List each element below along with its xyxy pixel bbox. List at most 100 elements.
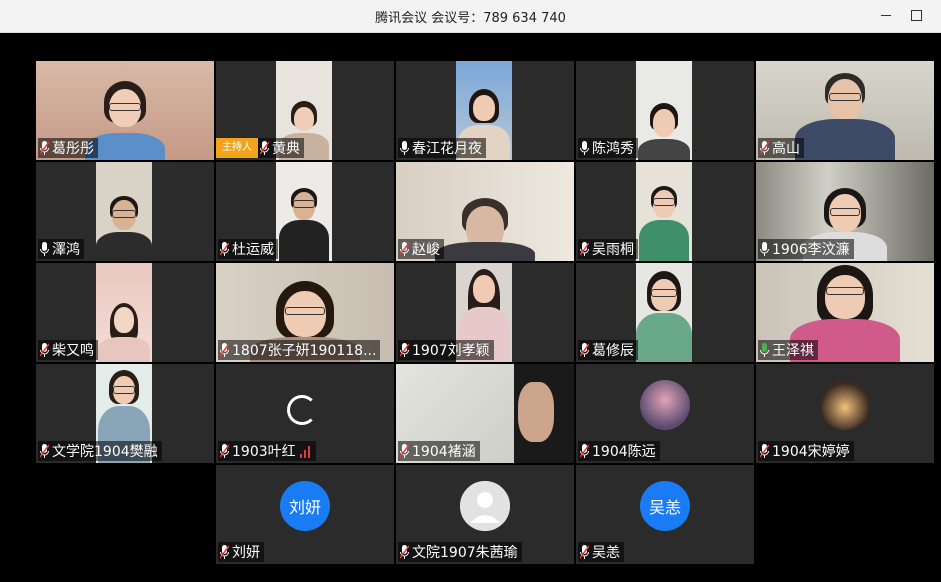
participant-name-bar: 吴雨桐 (578, 239, 638, 259)
participant-name-bar: 杜运威 (218, 239, 278, 259)
video-tile[interactable]: 高山 (756, 61, 934, 160)
video-tile[interactable]: 刘妍 刘妍 (216, 465, 394, 564)
video-tile[interactable]: 吴雨桐 (576, 162, 754, 261)
video-grid: 葛彤彤 主持人 黄典 春江花月夜 陈鸿秀 高山 澤鸿 杜运威 赵峻 吴雨桐 19… (0, 33, 941, 582)
video-tile[interactable]: 澤鸿 (36, 162, 214, 261)
maximize-icon (910, 9, 922, 21)
mic-muted-icon (400, 545, 409, 559)
participant-name-bar: 葛修辰 (578, 340, 638, 360)
participant-name: 文学院1904樊融 (52, 444, 158, 460)
minimize-icon (881, 14, 891, 16)
mic-muted-icon (40, 444, 49, 458)
video-tile[interactable]: 王泽祺 (756, 263, 934, 362)
video-tile[interactable]: 吴恙 吴恙 (576, 465, 754, 564)
mic-muted-icon (260, 141, 269, 155)
mic-muted-icon (580, 343, 589, 357)
default-user-avatar-icon (460, 481, 510, 531)
weak-signal-icon (299, 445, 312, 458)
participant-name-bar: 文院1907朱茜瑜 (398, 542, 522, 562)
user-avatar-image (820, 380, 870, 430)
participant-name: 澤鸿 (52, 242, 80, 258)
video-tile[interactable]: 赵峻 (396, 162, 574, 261)
mic-muted-icon (40, 343, 49, 357)
mic-muted-icon (220, 545, 229, 559)
participant-name-bar: 高山 (758, 138, 804, 158)
participant-name: 杜运威 (232, 242, 274, 258)
mic-muted-icon (220, 444, 229, 458)
video-tile[interactable]: 1906李汶濂 (756, 162, 934, 261)
participant-name: 葛彤彤 (52, 141, 94, 157)
participant-name: 1904宋婷婷 (772, 444, 850, 460)
participant-name-bar: 吴恙 (578, 542, 624, 562)
mic-active-icon (760, 242, 769, 256)
participant-name-bar: 1904褚涵 (398, 441, 480, 461)
participant-name: 柴又鸣 (52, 343, 94, 359)
participant-name: 陈鸿秀 (592, 141, 634, 157)
video-tile[interactable]: 1907刘孝颖 (396, 263, 574, 362)
participant-name-bar: 澤鸿 (38, 239, 84, 259)
mic-muted-icon (40, 141, 49, 155)
mic-active-icon (400, 141, 409, 155)
participant-name: 1907刘孝颖 (412, 343, 490, 359)
participant-name-bar: 主持人 黄典 (216, 138, 304, 158)
participant-name-bar: 王泽祺 (758, 340, 818, 360)
user-avatar: 刘妍 (280, 481, 330, 531)
mic-active-icon (760, 343, 769, 357)
mic-muted-icon (220, 242, 229, 256)
participant-name: 吴恙 (592, 545, 620, 561)
participant-name: 春江花月夜 (412, 141, 482, 157)
participant-name-bar: 陈鸿秀 (578, 138, 638, 158)
participant-name: 高山 (772, 141, 800, 157)
video-tile[interactable]: 杜运威 (216, 162, 394, 261)
participant-name-bar: 柴又鸣 (38, 340, 98, 360)
mic-active-icon (580, 141, 589, 155)
user-avatar-image (640, 380, 690, 430)
participant-name-bar: 1904宋婷婷 (758, 441, 854, 461)
video-tile[interactable]: 1904宋婷婷 (756, 364, 934, 463)
participant-name: 1807张子妍190118... (232, 343, 377, 359)
participant-name-bar: 1807张子妍190118... (218, 340, 381, 360)
participant-name-bar: 1906李汶濂 (758, 239, 854, 259)
video-tile[interactable]: 文学院1904樊融 (36, 364, 214, 463)
mic-muted-icon (580, 545, 589, 559)
participant-name-bar: 刘妍 (218, 542, 264, 562)
loading-spinner-icon (287, 395, 317, 425)
mic-muted-icon (220, 343, 229, 357)
user-avatar: 吴恙 (640, 481, 690, 531)
participant-name-bar: 春江花月夜 (398, 138, 486, 158)
video-feed (636, 61, 692, 160)
video-tile[interactable]: 1904褚涵 (396, 364, 574, 463)
mic-muted-icon (580, 242, 589, 256)
host-badge: 主持人 (216, 138, 258, 158)
video-feed (636, 263, 692, 362)
maximize-button[interactable] (904, 4, 928, 26)
video-tile[interactable]: 1904陈远 (576, 364, 754, 463)
video-tile[interactable]: 柴又鸣 (36, 263, 214, 362)
participant-name-bar: 文学院1904樊融 (38, 441, 162, 461)
participant-name-bar: 1903叶红 (218, 441, 316, 461)
participant-name: 吴雨桐 (592, 242, 634, 258)
participant-name: 1903叶红 (232, 444, 296, 460)
window-title: 腾讯会议 会议号：789 634 740 (375, 11, 566, 26)
participant-name: 王泽祺 (772, 343, 814, 359)
video-tile[interactable]: 1903叶红 (216, 364, 394, 463)
video-tile[interactable]: 葛彤彤 (36, 61, 214, 160)
video-tile[interactable]: 葛修辰 (576, 263, 754, 362)
participant-name: 1904陈远 (592, 444, 656, 460)
participant-name: 赵峻 (412, 242, 440, 258)
mic-muted-icon (760, 444, 769, 458)
mic-muted-icon (400, 343, 409, 357)
minimize-button[interactable] (874, 4, 898, 26)
video-feed (96, 263, 152, 362)
participant-name-bar: 葛彤彤 (38, 138, 98, 158)
video-tile[interactable]: 陈鸿秀 (576, 61, 754, 160)
video-tile[interactable]: 主持人 黄典 (216, 61, 394, 160)
video-tile[interactable]: 文院1907朱茜瑜 (396, 465, 574, 564)
mic-muted-icon (400, 444, 409, 458)
participant-name: 文院1907朱茜瑜 (412, 545, 518, 561)
video-feed (276, 162, 332, 261)
video-tile[interactable]: 春江花月夜 (396, 61, 574, 160)
participant-name-bar: 赵峻 (398, 239, 444, 259)
title-bar: 腾讯会议 会议号：789 634 740 (0, 0, 941, 33)
video-tile[interactable]: 1807张子妍190118... (216, 263, 394, 362)
